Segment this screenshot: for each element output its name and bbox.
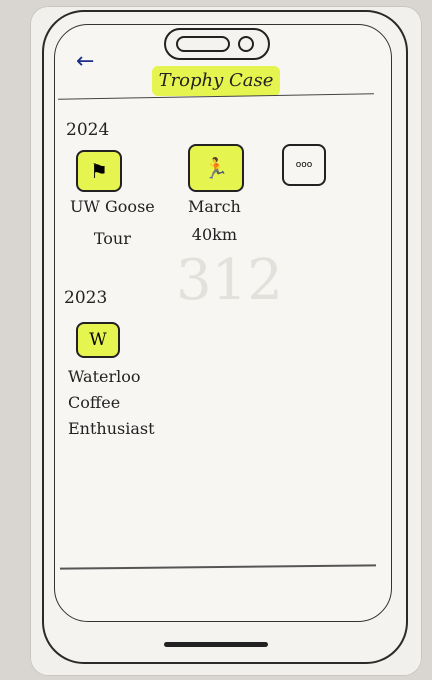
runner-icon: 🏃 <box>203 156 229 180</box>
dynamic-island <box>164 28 270 60</box>
home-indicator[interactable] <box>164 642 268 647</box>
badge-label-line: Enthusiast <box>68 419 155 438</box>
year-2023-label: 2023 <box>64 288 108 308</box>
badge-label-line: UW Goose <box>70 197 155 216</box>
badge-label-march-40km: March 40km <box>188 196 241 246</box>
flag-icon: ⚑ <box>90 159 108 183</box>
badge-waterloo-coffee-enthusiast[interactable]: W <box>76 322 120 358</box>
badge-label-uw-goose-tour: UW Goose Tour <box>70 196 155 250</box>
w-letter-icon: W <box>89 330 107 350</box>
speaker-pill <box>176 36 230 52</box>
camera-icon <box>238 36 254 52</box>
badge-label-waterloo-coffee-enthusiast: Waterloo Coffee Enthusiast <box>68 366 155 440</box>
year-2024-label: 2024 <box>66 120 110 140</box>
badge-more[interactable]: ooo <box>282 144 326 186</box>
badge-uw-goose-tour[interactable]: ⚑ <box>76 150 122 192</box>
badge-label-line: March <box>188 197 241 216</box>
back-arrow-icon[interactable]: ← <box>76 50 104 74</box>
badge-label-line: Waterloo <box>68 367 141 386</box>
page-title: Trophy Case <box>152 66 280 96</box>
ellipsis-icon: ooo <box>295 160 313 170</box>
badge-label-line: Coffee <box>68 393 121 412</box>
badge-label-line: 40km <box>191 225 238 244</box>
badge-label-line: Tour <box>93 229 131 248</box>
show-through-marks: 312 <box>176 248 283 313</box>
badge-march-40km[interactable]: 🏃 <box>188 144 244 192</box>
